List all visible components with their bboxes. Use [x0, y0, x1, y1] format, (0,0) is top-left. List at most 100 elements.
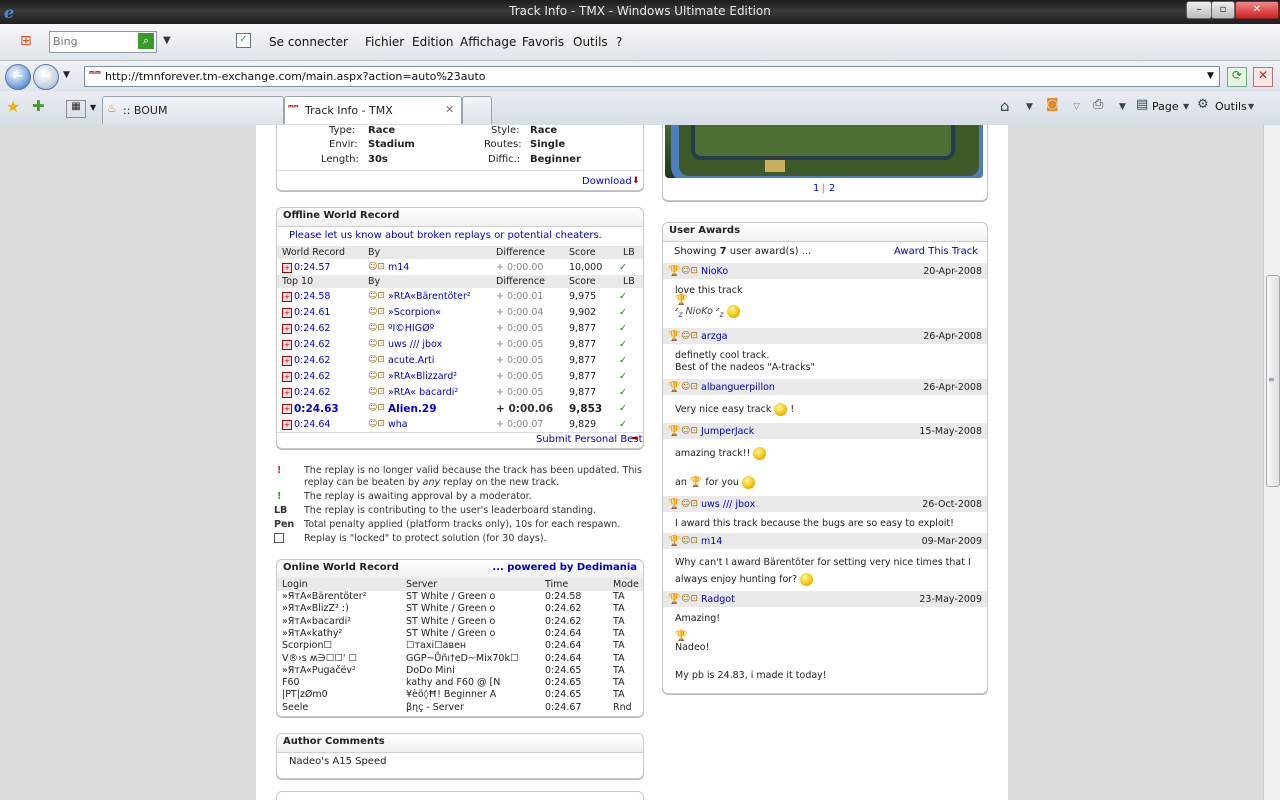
replay-icon[interactable]: + [282, 292, 292, 302]
minimize-button[interactable]: – [1186, 1, 1212, 19]
rss-dropdown-icon[interactable]: ▽ [1073, 102, 1080, 112]
replay-icon[interactable]: + [282, 308, 292, 318]
award-user-link[interactable]: uws /// jbox [701, 499, 755, 510]
award-user-link[interactable]: arzga [701, 331, 728, 342]
stop-icon[interactable]: ✕ [1253, 67, 1273, 87]
forward-button[interactable]: → [33, 64, 59, 90]
top10-row: +0:24.63 ☺⊡ Alien.29 + 0:00.06 9,853 ✓ [277, 400, 643, 416]
print-dropdown-icon[interactable]: ▼ [1119, 102, 1126, 112]
record-lb-check: ✓ [619, 403, 627, 414]
refresh-icon[interactable]: ⟳ [1227, 67, 1247, 87]
record-time-link[interactable]: 0:24.63 [294, 403, 339, 415]
page-icon: ▤ [1136, 97, 1149, 112]
tools-menu[interactable]: Outils [1215, 100, 1247, 113]
back-button[interactable]: ← [5, 64, 31, 90]
page-menu[interactable]: Page [1152, 100, 1179, 113]
record-player-link[interactable]: Alien.29 [388, 403, 437, 415]
award-user-link[interactable]: Radgot [701, 594, 735, 605]
online-mode: TA [613, 652, 625, 664]
menu-help[interactable]: ? [616, 35, 622, 49]
top10-row: +0:24.62 ☺⊡ »RtA«Blizzard² + 0:00.05 9,877 ✓ [277, 368, 643, 384]
top10-row: +0:24.61 ☺⊡ »Scorpion« + 0:00.04 9,902 ✓ [277, 304, 643, 320]
online-login: |PT|zØm߀ [282, 689, 328, 701]
address-field[interactable]: ᵐᵐ http://tmnforever.tm-exchange.com/mai… [84, 66, 1220, 87]
report-cheaters-link[interactable]: Please let us know about broken replays … [289, 230, 602, 241]
search-go-icon[interactable]: ⌕ [138, 33, 154, 49]
replay-icon[interactable]: + [282, 404, 292, 414]
menu-affichage[interactable]: Affichage [460, 35, 516, 49]
award-user-link[interactable]: m14 [701, 536, 722, 547]
record-time-link[interactable]: 0:24.62 [294, 387, 330, 398]
history-dropdown-icon[interactable]: ▼ [63, 70, 70, 80]
trophy-icon: 🏆 [668, 594, 681, 605]
award-this-track-link[interactable]: Award This Track [894, 246, 978, 257]
maximize-button[interactable]: ▫ [1211, 1, 1235, 19]
home-icon[interactable]: ⌂ [1000, 97, 1010, 115]
record-player-link[interactable]: »Scorpion« [388, 307, 441, 318]
record-player-link[interactable]: »RtA«Bärentöter² [388, 291, 471, 302]
record-time-link[interactable]: 0:24.58 [294, 291, 330, 302]
menu-edition[interactable]: Edition [412, 35, 454, 49]
rss-icon[interactable]: ◙ [1046, 97, 1059, 112]
quick-tabs-icon[interactable]: ▦ [66, 100, 86, 118]
vertical-scrollbar[interactable]: ≡ [1263, 125, 1280, 800]
connect-link[interactable]: Se connecter [269, 35, 348, 49]
wr-player-link[interactable]: m14 [388, 262, 409, 273]
record-time-link[interactable]: 0:24.61 [294, 307, 330, 318]
checkbox-icon[interactable]: ✓ [236, 33, 251, 48]
award-user-link[interactable]: albanguerpillon [701, 382, 775, 393]
dedimania-link[interactable]: ... powered by Dedimania [492, 562, 637, 573]
user-icon: ☺⊡ [368, 419, 385, 429]
style-label: Style: [491, 125, 520, 136]
record-player-link[interactable]: acute.Arti [388, 355, 434, 366]
record-player-link[interactable]: »RtA« bacardi² [388, 387, 458, 398]
record-player-link[interactable]: »RtA«Blizzard² [388, 371, 457, 382]
replay-icon[interactable]: + [282, 420, 292, 430]
award-user-link[interactable]: JumperJack [701, 426, 754, 437]
online-time: 0:24.64 [545, 640, 582, 652]
replay-icon[interactable]: + [282, 324, 292, 334]
close-tab-icon[interactable]: ✕ [445, 103, 454, 116]
menu-favoris[interactable]: Favoris [522, 35, 564, 49]
award-text: definetly cool track. [675, 350, 770, 361]
award-user-link[interactable]: NioKo [701, 266, 728, 277]
menu-fichier[interactable]: Fichier [365, 35, 404, 49]
screenshot-page-1[interactable]: 1 [813, 183, 819, 194]
screenshot-page-2[interactable]: 2 [829, 183, 835, 194]
add-favorite-icon[interactable]: ✚ [32, 97, 45, 115]
track-screenshot[interactable] [665, 125, 983, 178]
record-diff: + 0:00.05 [496, 387, 544, 398]
replay-icon[interactable]: + [282, 263, 292, 273]
replay-icon[interactable]: + [282, 388, 292, 398]
wr-time-link[interactable]: 0:24.57 [294, 262, 330, 273]
submit-pb-link[interactable]: Submit Personal Best [536, 434, 642, 445]
record-time-link[interactable]: 0:24.62 [294, 371, 330, 382]
record-time-link[interactable]: 0:24.62 [294, 355, 330, 366]
page-dropdown-icon[interactable]: ▼ [1183, 102, 1189, 111]
search-dropdown-icon[interactable]: ▼ [163, 35, 171, 46]
tools-dropdown-icon[interactable]: ▼ [1248, 102, 1254, 111]
print-icon[interactable]: ⎙ [1093, 97, 1103, 112]
record-time-link[interactable]: 0:24.64 [294, 419, 330, 430]
record-player-link[interactable]: ºI©HIGØº [388, 323, 434, 334]
replay-icon[interactable]: + [282, 340, 292, 350]
record-player-link[interactable]: wha [388, 419, 408, 430]
favorites-star-icon[interactable]: ★ [6, 97, 20, 116]
new-tab-button[interactable] [462, 96, 492, 124]
menu-outils[interactable]: Outils [573, 35, 608, 49]
tab-list-dropdown-icon[interactable]: ▼ [90, 103, 96, 112]
record-score: 9,829 [569, 419, 597, 430]
close-window-button[interactable]: ✕ [1235, 1, 1279, 19]
tab-track-info[interactable]: ᵐᵐ Track Info - TMX ✕ [284, 96, 462, 124]
home-dropdown-icon[interactable]: ▼ [1026, 102, 1033, 112]
download-link[interactable]: Download [582, 176, 632, 187]
replay-icon[interactable]: + [282, 372, 292, 382]
record-player-link[interactable]: uws /// jbox [388, 339, 442, 350]
search-input[interactable] [50, 32, 140, 50]
replay-icon[interactable]: + [282, 356, 292, 366]
tab-boum[interactable]: ♨ :: BOUM [102, 96, 284, 124]
record-time-link[interactable]: 0:24.62 [294, 339, 330, 350]
record-score: 9,877 [569, 339, 597, 350]
record-time-link[interactable]: 0:24.62 [294, 323, 330, 334]
url-dropdown-icon[interactable]: ▼ [1207, 71, 1214, 81]
